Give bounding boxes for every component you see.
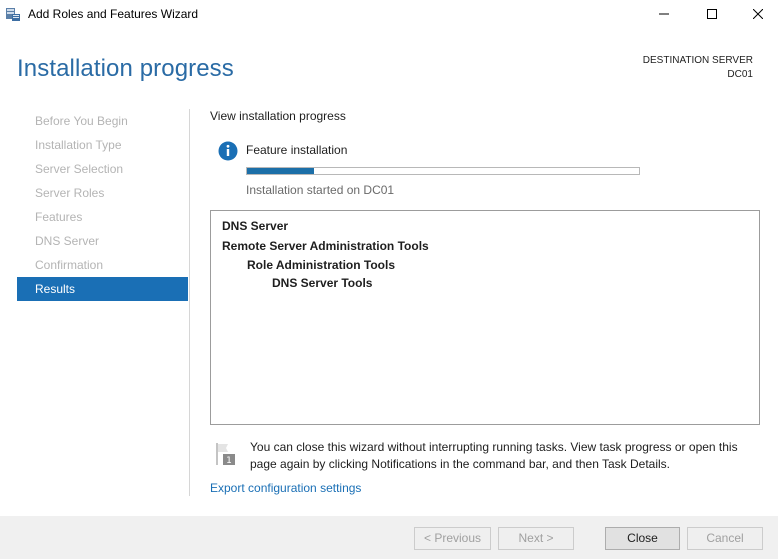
features-list: DNS Server Remote Server Administration … [210,210,760,425]
cancel-button[interactable]: Cancel [687,527,763,550]
close-button[interactable]: Close [605,527,680,550]
feature-item: Remote Server Administration Tools [222,239,429,253]
feature-installation-title: Feature installation [246,143,348,157]
nav-divider [189,109,190,496]
notification-flag-icon: 1 [214,442,236,466]
export-configuration-link[interactable]: Export configuration settings [210,481,361,495]
previous-button[interactable]: < Previous [414,527,491,550]
maximize-icon [707,6,717,24]
installation-progress-bar [246,167,640,175]
title-bar: Add Roles and Features Wizard [0,0,778,29]
page-title: Installation progress [17,55,234,82]
minimize-icon [659,6,669,24]
minimize-button[interactable] [641,0,687,29]
close-icon [752,6,764,24]
svg-text:1: 1 [226,456,232,466]
nav-item-dns-server[interactable]: DNS Server [17,229,188,253]
nav-item-server-roles[interactable]: Server Roles [17,181,188,205]
info-icon [218,141,238,161]
close-wizard-notice: You can close this wizard without interr… [250,440,738,471]
progress-fill [247,168,314,174]
server-manager-icon [5,6,21,22]
wizard-nav: Before You Begin Installation Type Serve… [17,109,188,301]
window-title: Add Roles and Features Wizard [28,7,199,21]
nav-item-server-selection[interactable]: Server Selection [17,157,188,181]
destination-value: DC01 [727,69,753,80]
maximize-button[interactable] [689,0,735,29]
nav-item-confirmation[interactable]: Confirmation [17,253,188,277]
nav-item-features[interactable]: Features [17,205,188,229]
next-button[interactable]: Next > [498,527,574,550]
nav-item-installation-type[interactable]: Installation Type [17,133,188,157]
section-label: View installation progress [210,109,346,123]
nav-item-results[interactable]: Results [17,277,188,301]
close-window-button[interactable] [735,0,778,29]
nav-item-before-you-begin[interactable]: Before You Begin [17,109,188,133]
feature-item: DNS Server [222,219,289,233]
destination-label: DESTINATION SERVER [642,55,753,66]
feature-item: Role Administration Tools [247,258,396,272]
feature-item: DNS Server Tools [272,276,373,290]
install-status: Installation started on DC01 [246,183,395,197]
destination-server: DESTINATION SERVER DC01 [643,54,753,82]
